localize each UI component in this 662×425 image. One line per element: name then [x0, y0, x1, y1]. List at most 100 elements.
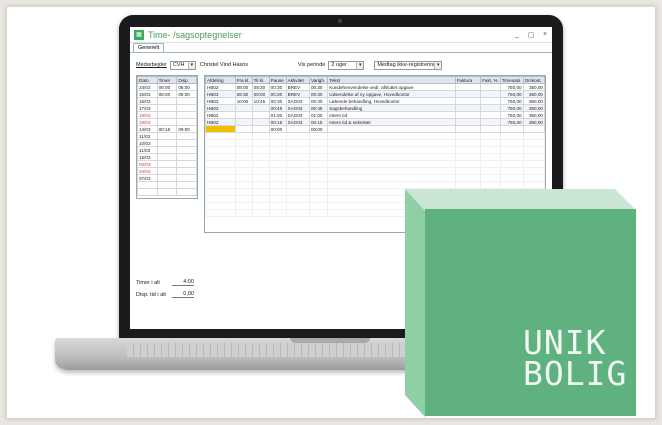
- table-cell[interactable]: HB02: [205, 83, 236, 91]
- table-cell[interactable]: [308, 209, 329, 217]
- table-cell[interactable]: 18/03: [137, 111, 158, 119]
- table-cell[interactable]: [268, 153, 287, 161]
- table-cell[interactable]: [480, 167, 501, 175]
- table-cell[interactable]: 08:00: [176, 83, 197, 91]
- table-cell[interactable]: 16/03: [137, 97, 158, 105]
- table-cell[interactable]: [285, 125, 310, 133]
- table-cell[interactable]: [234, 132, 253, 140]
- table-cell[interactable]: [234, 181, 253, 189]
- column-header[interactable]: Varigh.: [308, 76, 329, 84]
- column-header[interactable]: Disp.: [176, 76, 197, 84]
- table-cell[interactable]: 08:00: [156, 90, 178, 98]
- table-cell[interactable]: 00:45: [268, 104, 287, 112]
- table-row[interactable]: [205, 146, 546, 154]
- table-cell[interactable]: 10:45: [251, 97, 270, 105]
- table-cell[interactable]: [285, 139, 310, 147]
- table-cell[interactable]: [176, 111, 197, 119]
- table-cell[interactable]: [205, 195, 236, 203]
- table-cell[interactable]: 00:30: [268, 90, 287, 98]
- table-cell[interactable]: [251, 118, 270, 126]
- table-cell[interactable]: [454, 146, 482, 154]
- table-cell[interactable]: [268, 146, 287, 154]
- table-cell[interactable]: 01:00: [308, 111, 329, 119]
- table-cell[interactable]: [205, 125, 236, 133]
- table-cell[interactable]: [234, 111, 253, 119]
- table-cell[interactable]: [176, 181, 197, 189]
- table-cell[interactable]: 750,00: [499, 118, 524, 126]
- table-row[interactable]: [205, 167, 546, 175]
- table-cell[interactable]: [285, 181, 310, 189]
- table-cell[interactable]: [454, 139, 482, 147]
- table-cell[interactable]: HB02: [205, 118, 236, 126]
- table-cell[interactable]: [308, 181, 329, 189]
- table-cell[interactable]: [251, 181, 270, 189]
- table-row[interactable]: 03/03: [137, 160, 197, 168]
- table-cell[interactable]: [327, 167, 456, 175]
- table-cell[interactable]: [285, 202, 310, 210]
- table-cell[interactable]: [327, 174, 456, 182]
- table-cell[interactable]: [251, 202, 270, 210]
- table-cell[interactable]: [176, 132, 197, 140]
- table-cell[interactable]: [234, 104, 253, 112]
- table-cell[interactable]: [285, 132, 310, 140]
- table-row[interactable]: 15/03 08:00 08:00: [137, 90, 197, 98]
- table-cell[interactable]: 04/03: [137, 167, 158, 175]
- table-cell[interactable]: 00:15: [308, 118, 329, 126]
- table-cell[interactable]: [454, 83, 482, 91]
- table-cell[interactable]: [454, 132, 482, 140]
- table-cell[interactable]: [234, 174, 253, 182]
- table-cell[interactable]: [522, 139, 546, 147]
- table-cell[interactable]: [308, 188, 329, 196]
- table-cell[interactable]: 750,00: [499, 104, 524, 112]
- table-row[interactable]: HB03 08:30 09:00 00:30 BREV 00:30 Udsendelse a…: [205, 90, 546, 98]
- table-cell[interactable]: 07/03: [137, 174, 158, 182]
- table-cell[interactable]: [234, 188, 253, 196]
- table-cell[interactable]: [251, 139, 270, 147]
- table-cell[interactable]: [176, 104, 197, 112]
- table-cell[interactable]: SAG03: [285, 118, 310, 126]
- table-cell[interactable]: 750,00: [499, 111, 524, 119]
- table-cell[interactable]: [522, 167, 546, 175]
- table-cell[interactable]: [480, 118, 501, 126]
- table-row[interactable]: 04/03: [137, 167, 197, 175]
- table-cell[interactable]: [176, 174, 197, 182]
- table-cell[interactable]: [234, 167, 253, 175]
- table-cell[interactable]: [234, 195, 253, 203]
- table-cell[interactable]: [480, 139, 501, 147]
- table-cell[interactable]: [156, 167, 178, 175]
- table-cell[interactable]: 09:00: [251, 90, 270, 98]
- table-cell[interactable]: [285, 146, 310, 154]
- table-cell[interactable]: [480, 90, 501, 98]
- column-header[interactable]: Faktura: [454, 76, 482, 84]
- table-cell[interactable]: [205, 160, 236, 168]
- table-cell[interactable]: [234, 118, 253, 126]
- table-cell[interactable]: [285, 209, 310, 217]
- table-cell[interactable]: [308, 195, 329, 203]
- table-cell[interactable]: 350,00: [522, 97, 546, 105]
- table-cell[interactable]: [156, 111, 178, 119]
- table-cell[interactable]: [156, 181, 178, 189]
- close-button[interactable]: ×: [538, 31, 552, 38]
- table-cell[interactable]: [251, 132, 270, 140]
- minimize-button[interactable]: _: [510, 31, 524, 38]
- table-cell[interactable]: HB03: [205, 97, 236, 105]
- table-cell[interactable]: [480, 146, 501, 154]
- table-cell[interactable]: [268, 139, 287, 147]
- table-cell[interactable]: [251, 153, 270, 161]
- table-cell[interactable]: [137, 181, 158, 189]
- table-cell[interactable]: [205, 132, 236, 140]
- table-cell[interactable]: 11/03: [137, 132, 158, 140]
- table-cell[interactable]: [205, 181, 236, 189]
- table-cell[interactable]: [454, 104, 482, 112]
- table-cell[interactable]: SAG03: [285, 97, 310, 105]
- table-row[interactable]: HB02 08:00 08:30 00:30 BREV 00:30 Kundehenvend…: [205, 83, 546, 91]
- table-row[interactable]: HB02 00:15 SAG03 00:15 Intern tid & sekretær…: [205, 118, 546, 126]
- table-cell[interactable]: [205, 209, 236, 217]
- table-cell[interactable]: [205, 167, 236, 175]
- table-cell[interactable]: [454, 174, 482, 182]
- table-cell[interactable]: [234, 139, 253, 147]
- table-cell[interactable]: [480, 125, 501, 133]
- table-cell[interactable]: 350,00: [522, 83, 546, 91]
- table-cell[interactable]: [268, 188, 287, 196]
- column-header[interactable]: Pause: [268, 76, 287, 84]
